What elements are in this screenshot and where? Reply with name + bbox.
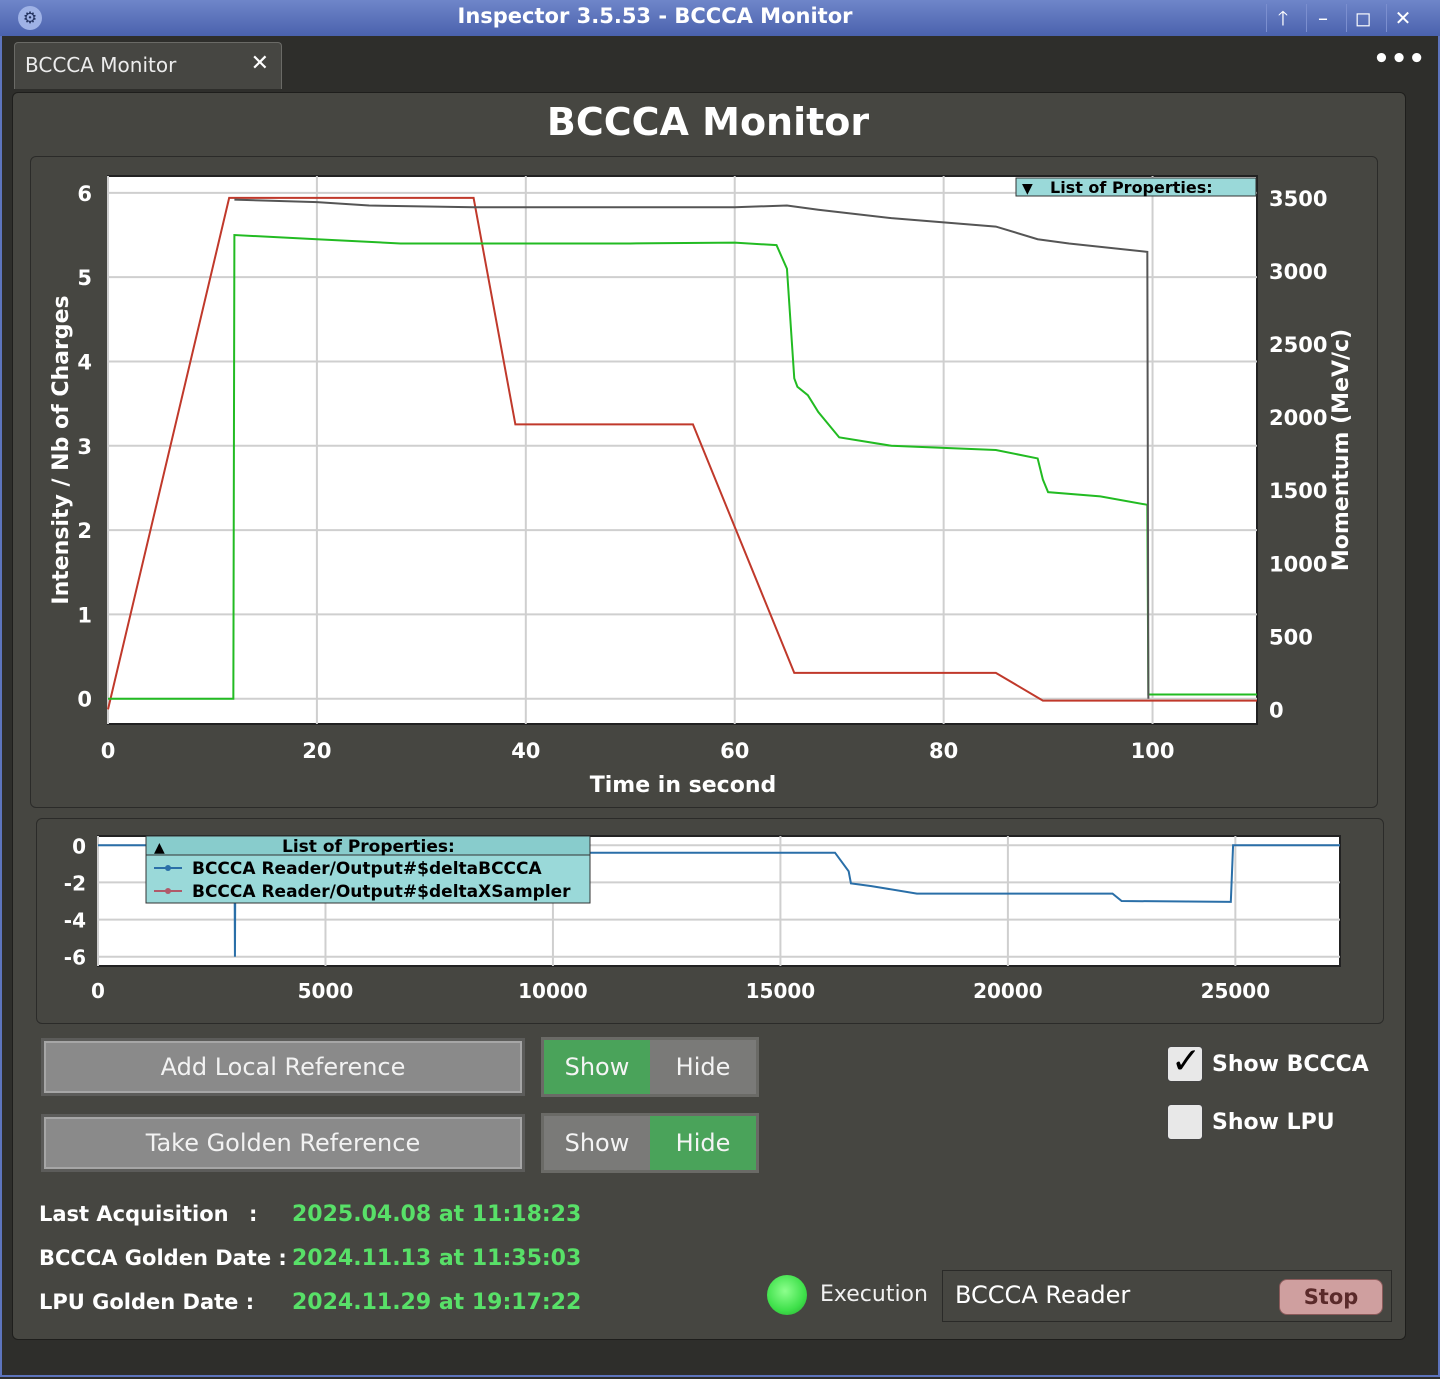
delta-x-tick-5: 25000	[1201, 979, 1271, 1003]
execution-status-led	[767, 1275, 807, 1315]
legend-marker-2	[165, 888, 171, 894]
main-y-tick-6: 6	[77, 182, 92, 206]
main-plot-area	[107, 175, 1258, 725]
local-hide-option[interactable]: Hide	[650, 1040, 756, 1094]
main-x-tick-3: 60	[720, 739, 749, 763]
stop-button[interactable]: Stop	[1279, 1279, 1383, 1315]
title-bar: ⚙ Inspector 3.5.53 - BCCCA Monitor 🡑 – ◻…	[0, 0, 1440, 37]
checkmark-icon: ✓	[1171, 1041, 1202, 1082]
delta-x-tick-2: 10000	[518, 979, 588, 1003]
reader-panel: BCCCA Reader Stop	[942, 1270, 1392, 1322]
delta-legend-title: List of Properties:	[282, 837, 455, 857]
arrow-up-icon[interactable]: 🡑	[1266, 4, 1299, 32]
delta-chart[interactable]: 0 5000 10000 15000 20000 25000 0 -2 -4 -6 ▲ List …	[36, 818, 1382, 1022]
bccca-golden-date-label: BCCCA Golden Date :	[39, 1246, 287, 1270]
main-y-tick-4: 4	[77, 350, 92, 374]
delta-x-tick-0: 0	[91, 979, 105, 1003]
delta-x-tick-3: 15000	[746, 979, 816, 1003]
add-local-reference-button[interactable]: Add Local Reference	[41, 1038, 525, 1096]
main-x-tick-2: 40	[511, 739, 540, 763]
main-legend-title: List of Properties:	[1050, 178, 1213, 197]
delta-x-tick-4: 20000	[973, 979, 1043, 1003]
close-icon[interactable]: ✕	[1386, 4, 1419, 32]
reader-name: BCCCA Reader	[955, 1281, 1131, 1309]
main-y-tick-3: 3	[77, 435, 92, 459]
main-y2-tick-7: 3500	[1269, 187, 1327, 211]
tab-close-icon[interactable]: ✕	[251, 51, 269, 76]
main-y-tick-2: 2	[77, 519, 92, 543]
legend-collapse-icon[interactable]: ▼	[1022, 181, 1033, 197]
more-menu-icon[interactable]: •••	[1373, 44, 1426, 74]
main-y2-tick-6: 3000	[1269, 260, 1327, 284]
main-y-axis-label: Intensity / Nb of Charges	[49, 295, 74, 604]
show-bccca-checkbox[interactable]: ✓	[1167, 1041, 1203, 1082]
last-acquisition-label: Last Acquisition	[39, 1202, 229, 1226]
delta-y-tick-1: -2	[64, 871, 86, 895]
local-reference-toggle[interactable]: Show Hide	[541, 1037, 759, 1097]
main-y-tick-1: 1	[77, 603, 92, 627]
execution-label: Execution	[820, 1282, 928, 1307]
local-show-option[interactable]: Show	[544, 1040, 650, 1094]
window-title: Inspector 3.5.53 - BCCCA Monitor	[457, 4, 853, 28]
main-y2-axis-label: Momentum (MeV/c)	[1329, 329, 1354, 571]
golden-show-option[interactable]: Show	[544, 1116, 650, 1170]
show-lpu-label: Show LPU	[1212, 1110, 1335, 1135]
legend-entry-2: BCCCA Reader/Output#$deltaXSampler	[192, 882, 571, 902]
main-x-tick-1: 20	[302, 739, 331, 763]
golden-hide-option[interactable]: Hide	[650, 1116, 756, 1170]
main-chart[interactable]: 0 20 40 60 80 1000123456050010001500200025003…	[30, 156, 1376, 806]
golden-reference-toggle[interactable]: Show Hide	[541, 1113, 759, 1173]
delta-y-tick-2: -4	[64, 909, 86, 933]
main-x-axis-label: Time in second	[590, 773, 777, 798]
main-y2-tick-5: 2500	[1269, 333, 1327, 357]
main-x-tick-0: 0	[101, 739, 116, 763]
main-y-tick-5: 5	[77, 266, 92, 290]
legend-entry-1: BCCCA Reader/Output#$deltaBCCCA	[192, 859, 543, 879]
delta-y-tick-0: 0	[72, 834, 86, 858]
main-y2-tick-0: 0	[1269, 698, 1284, 722]
main-legend[interactable]: ▼ List of Properties:	[1015, 177, 1257, 197]
delta-y-tick-3: -6	[64, 946, 86, 970]
show-lpu-checkbox[interactable]	[1167, 1104, 1203, 1140]
lpu-golden-date-value: 2024.11.29 at 19:17:22	[292, 1290, 582, 1315]
lpu-golden-date-label: LPU Golden Date :	[39, 1290, 255, 1314]
minimize-icon[interactable]: –	[1306, 4, 1339, 32]
delta-legend[interactable]: ▲ List of Properties: BCCCA Reader/Outpu…	[145, 835, 591, 904]
last-acquisition-value: 2025.04.08 at 11:18:23	[292, 1202, 582, 1227]
main-x-tick-4: 80	[929, 739, 958, 763]
main-x-tick-5: 100	[1131, 739, 1175, 763]
maximize-icon[interactable]: ◻	[1346, 4, 1379, 32]
page-title: BCCCA Monitor	[546, 100, 870, 144]
show-bccca-label: Show BCCCA	[1212, 1052, 1369, 1077]
main-y-tick-0: 0	[77, 688, 92, 712]
tab-bccca-monitor[interactable]: BCCCA Monitor ✕	[14, 42, 282, 89]
delta-x-tick-1: 5000	[298, 979, 354, 1003]
legend-expand-icon[interactable]: ▲	[154, 840, 165, 856]
tab-label: BCCCA Monitor	[25, 53, 177, 77]
take-golden-reference-button[interactable]: Take Golden Reference	[41, 1114, 525, 1172]
bccca-golden-date-value: 2024.11.13 at 11:35:03	[292, 1246, 582, 1271]
main-y2-tick-2: 1000	[1269, 552, 1327, 576]
last-acquisition-separator: :	[249, 1202, 258, 1226]
main-y2-tick-3: 1500	[1269, 479, 1327, 503]
legend-marker-1	[165, 865, 171, 871]
main-y2-tick-1: 500	[1269, 625, 1313, 649]
main-y2-tick-4: 2000	[1269, 406, 1327, 430]
